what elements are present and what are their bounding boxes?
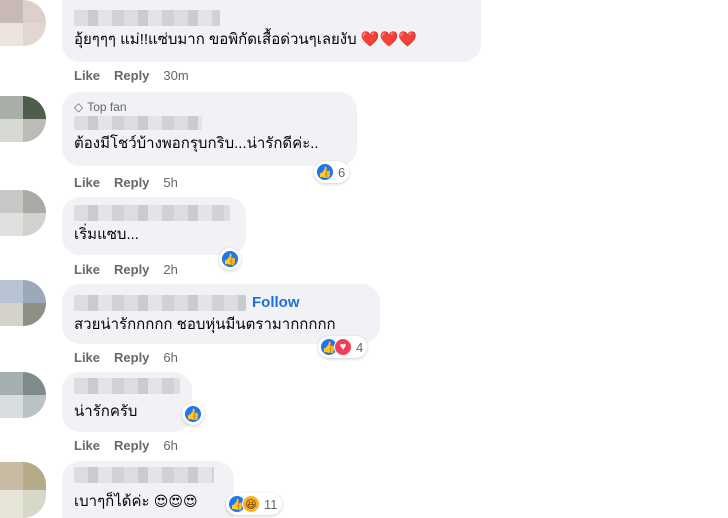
comment-text: เริ่มแซบ... <box>74 226 139 243</box>
comment-timestamp[interactable]: 6h <box>163 438 177 453</box>
like-reaction-icon: 👍 <box>221 250 239 268</box>
reaction-summary[interactable]: 👍 😆 11 <box>226 493 282 515</box>
comment-actions: Like Reply 5h <box>74 175 178 190</box>
comment-bubble: เบาๆก็ได้ค่ะ 😍😍😍 <box>62 461 234 518</box>
comment-bubble: Follow สวยน่ารักกกกก ชอบหุ่นมีนตรามากกกก… <box>62 284 380 344</box>
comment-text: ต้องมีโชว์บ้างพอกรุบกริบ...น่ารักดีค่ะ.. <box>74 135 319 152</box>
like-reaction-icon: 👍 <box>184 405 202 423</box>
author-name-blurred[interactable] <box>74 116 202 130</box>
comment-bubble: น่ารักครับ <box>62 372 192 432</box>
comment-actions: Like Reply 2h <box>74 262 178 277</box>
reaction-summary[interactable]: 👍 <box>182 403 204 425</box>
author-name-blurred[interactable] <box>74 294 246 311</box>
comment-timestamp[interactable]: 30m <box>163 68 188 83</box>
comment-text: น่ารักครับ <box>74 403 138 420</box>
avatar[interactable] <box>0 0 46 46</box>
comment-bubble: เริ่มแซบ... <box>62 197 246 255</box>
comment-text: เบาๆก็ได้ค่ะ <box>74 493 150 510</box>
heart-emoji: ❤️❤️❤️ <box>360 31 417 48</box>
diamond-icon: ◇ <box>74 100 84 114</box>
author-row: Follow <box>74 294 368 311</box>
like-button[interactable]: Like <box>74 262 100 277</box>
reply-button[interactable]: Reply <box>114 438 149 453</box>
author-name-blurred[interactable] <box>74 467 214 483</box>
comment-text: สวยน่ารักกกกก ชอบหุ่นมีนตรามากกกกก <box>74 316 336 333</box>
comment-timestamp[interactable]: 5h <box>163 175 177 190</box>
comment-text-row: อุ้ยๆๆๆ แม่!!แซ่บมาก ขอพิกัดเสื้อด่วนๆเล… <box>74 30 469 50</box>
like-reaction-icon: 👍 <box>316 163 334 181</box>
comment-text: อุ้ยๆๆๆ แม่!!แซ่บมาก ขอพิกัดเสื้อด่วนๆเล… <box>74 31 357 48</box>
reply-button[interactable]: Reply <box>114 175 149 190</box>
reaction-count: 11 <box>264 496 278 512</box>
reaction-summary[interactable]: 👍 6 <box>314 161 350 183</box>
like-button[interactable]: Like <box>74 438 100 453</box>
badge-label: Top fan <box>87 100 127 114</box>
author-name-blurred[interactable] <box>74 10 220 26</box>
comment-actions: Like Reply 30m <box>74 68 189 83</box>
comment-timestamp[interactable]: 2h <box>163 262 177 277</box>
like-button[interactable]: Like <box>74 68 100 83</box>
avatar[interactable] <box>0 190 46 236</box>
comment-actions: Like Reply 6h <box>74 438 178 453</box>
comment-bubble: อุ้ยๆๆๆ แม่!!แซ่บมาก ขอพิกัดเสื้อด่วนๆเล… <box>62 0 481 62</box>
follow-button[interactable]: Follow <box>252 294 300 311</box>
comment-timestamp[interactable]: 6h <box>163 350 177 365</box>
heart-eyes-emoji: 😍😍😍 <box>153 493 198 509</box>
reaction-summary[interactable]: 👍 ♥ 4 <box>318 336 368 358</box>
reaction-count: 6 <box>338 164 346 180</box>
comment-actions: Like Reply 6h <box>74 350 178 365</box>
author-name-blurred[interactable] <box>74 378 180 394</box>
comment-text-row: เบาๆก็ได้ค่ะ 😍😍😍 <box>74 491 222 512</box>
reaction-summary[interactable]: 👍 <box>219 248 241 270</box>
like-button[interactable]: Like <box>74 175 100 190</box>
author-name-blurred[interactable] <box>74 205 230 221</box>
top-fan-badge: ◇ Top fan <box>74 100 345 114</box>
comment-bubble: ◇ Top fan ต้องมีโชว์บ้างพอกรุบกริบ...น่า… <box>62 92 357 166</box>
reply-button[interactable]: Reply <box>114 68 149 83</box>
avatar[interactable] <box>0 96 46 142</box>
love-reaction-icon: ♥ <box>334 338 352 356</box>
avatar[interactable] <box>0 462 46 518</box>
avatar[interactable] <box>0 280 46 326</box>
reply-button[interactable]: Reply <box>114 262 149 277</box>
avatar[interactable] <box>0 372 46 418</box>
reply-button[interactable]: Reply <box>114 350 149 365</box>
haha-reaction-icon: 😆 <box>242 495 260 513</box>
reaction-count: 4 <box>356 339 364 355</box>
like-button[interactable]: Like <box>74 350 100 365</box>
